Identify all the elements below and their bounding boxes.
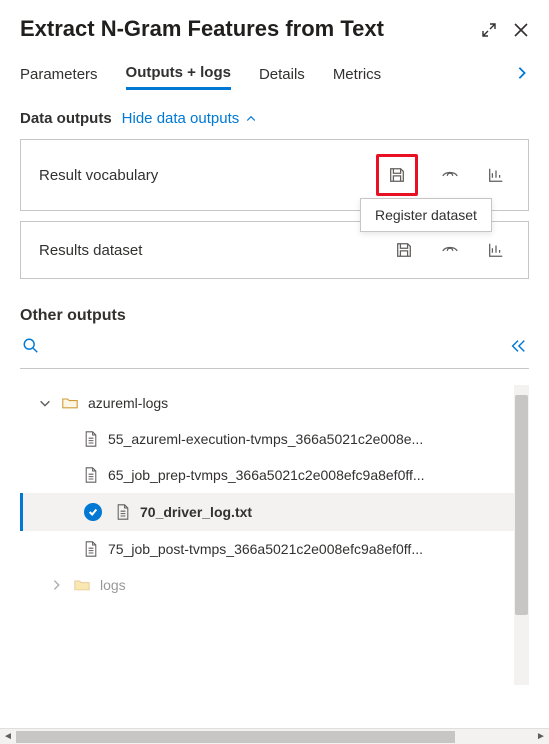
visualize-button[interactable] [482, 236, 510, 264]
collapse-button[interactable] [509, 337, 527, 358]
data-outputs-label: Data outputs [20, 110, 112, 127]
tab-overflow-button[interactable] [515, 63, 529, 86]
search-icon [22, 337, 40, 355]
expand-icon[interactable] [481, 22, 497, 41]
register-dataset-button[interactable] [376, 154, 418, 196]
tree-file[interactable]: 55_azureml-execution-tvmps_366a5021c2e00… [20, 421, 529, 457]
tree-file[interactable]: 65_job_prep-tvmps_366a5021c2e008efc9a8ef… [20, 457, 529, 493]
output-card-label: Result vocabulary [39, 167, 158, 184]
file-icon [116, 504, 130, 520]
vertical-scrollbar-thumb[interactable] [515, 395, 528, 615]
eye-icon [441, 241, 459, 259]
tree-file-selected[interactable]: 70_driver_log.txt [20, 493, 529, 531]
search-button[interactable] [22, 337, 40, 358]
scroll-right-arrow[interactable]: ► [533, 731, 549, 742]
horizontal-scrollbar[interactable]: ◄ ► [0, 728, 549, 744]
hide-data-outputs-link[interactable]: Hide data outputs [122, 110, 258, 127]
file-icon [84, 541, 98, 557]
selected-check-icon [84, 503, 102, 521]
preview-button[interactable] [436, 161, 464, 189]
close-icon[interactable] [513, 22, 529, 41]
folder-icon [74, 578, 90, 592]
chart-icon [487, 241, 505, 259]
page-title: Extract N-Gram Features from Text [20, 16, 384, 42]
tree-folder[interactable]: logs [20, 567, 529, 603]
register-dataset-button[interactable] [390, 236, 418, 264]
chevron-double-left-icon [509, 337, 527, 355]
tab-details[interactable]: Details [259, 60, 305, 89]
output-card-result-vocabulary: Result vocabulary Register dataset [20, 139, 529, 211]
tab-metrics[interactable]: Metrics [333, 60, 381, 89]
save-icon [395, 241, 413, 259]
tree-file[interactable]: 75_job_post-tvmps_366a5021c2e008efc9a8ef… [20, 531, 529, 567]
tree-folder[interactable]: azureml-logs [20, 385, 529, 421]
save-icon [388, 166, 406, 184]
chevron-up-icon [245, 113, 257, 125]
other-outputs-label: Other outputs [20, 307, 529, 325]
vertical-scrollbar[interactable] [514, 385, 529, 685]
visualize-button[interactable] [482, 161, 510, 189]
chevron-down-icon [38, 396, 52, 410]
chart-icon [487, 166, 505, 184]
file-icon [84, 431, 98, 447]
output-card-label: Results dataset [39, 242, 142, 259]
file-tree: azureml-logs 55_azureml-execution-tvmps_… [20, 385, 529, 685]
file-icon [84, 467, 98, 483]
preview-button[interactable] [436, 236, 464, 264]
chevron-right-icon [50, 578, 64, 592]
horizontal-scrollbar-thumb[interactable] [16, 731, 455, 743]
folder-icon [62, 396, 78, 410]
tab-outputs-logs[interactable]: Outputs + logs [126, 58, 231, 90]
register-dataset-tooltip: Register dataset [360, 198, 492, 232]
tab-bar: Parameters Outputs + logs Details Metric… [20, 58, 529, 90]
eye-icon [441, 166, 459, 184]
tab-parameters[interactable]: Parameters [20, 60, 98, 89]
scroll-left-arrow[interactable]: ◄ [0, 731, 16, 742]
